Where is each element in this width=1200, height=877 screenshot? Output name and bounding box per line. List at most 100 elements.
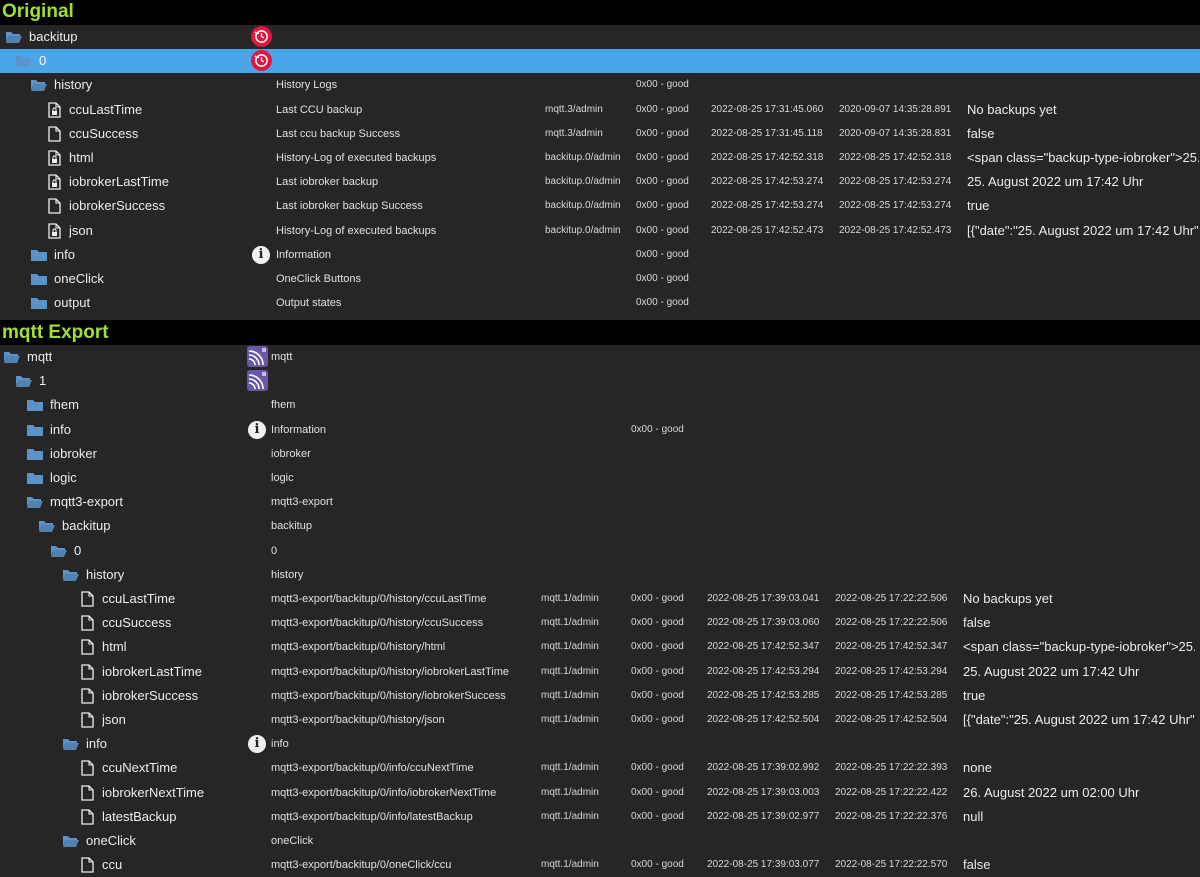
file-icon[interactable] <box>78 663 96 680</box>
file-icon[interactable] <box>78 591 96 607</box>
tree-item-name[interactable]: ccuLastTime <box>102 587 175 611</box>
tree-item-name[interactable]: history <box>86 563 124 587</box>
tree-row[interactable]: html mqtt3-export/backitup/0/history/html… <box>0 635 1200 659</box>
folder-open-icon[interactable] <box>30 77 48 93</box>
tree-row[interactable]: iobrokerLastTime Last iobroker backup back… <box>0 170 1200 194</box>
folder-open-icon[interactable] <box>38 518 56 534</box>
file-icon[interactable] <box>45 198 63 215</box>
tree-row[interactable]: iobrokerSuccess mqtt3-export/backitup/0/h… <box>0 684 1200 708</box>
tree-row[interactable]: oneClick OneClick Buttons 0x00 - good <box>0 267 1200 291</box>
tree-item-name[interactable]: iobrokerNextTime <box>102 781 204 805</box>
tree-row[interactable]: oneClick oneClick <box>0 829 1200 853</box>
tree-item-name[interactable]: ccuNextTime <box>102 756 177 780</box>
folder-icon[interactable] <box>30 247 48 263</box>
tree-item-name[interactable]: ccu <box>102 853 122 877</box>
tree-item-name[interactable]: 0 <box>74 539 81 563</box>
tree-row[interactable]: history history <box>0 563 1200 587</box>
folder-icon[interactable] <box>26 397 44 413</box>
tree-row[interactable]: iobroker iobroker <box>0 442 1200 466</box>
tree-row[interactable]: output Output states 0x00 - good <box>0 291 1200 315</box>
tree-row[interactable]: ccuNextTime mqtt3-export/backitup/0/info/… <box>0 756 1200 780</box>
file-lock-icon[interactable] <box>45 101 63 118</box>
tree-item-name[interactable]: info <box>50 418 71 442</box>
tree-row[interactable]: ccu mqtt3-export/backitup/0/oneClick/ccu m… <box>0 853 1200 877</box>
tree-row[interactable]: ccuSuccess mqtt3-export/backitup/0/histor… <box>0 611 1200 635</box>
folder-icon[interactable] <box>26 422 44 438</box>
tree-item-name[interactable]: iobrokerLastTime <box>102 660 202 684</box>
tree-item-name[interactable]: ccuLastTime <box>69 98 142 122</box>
folder-open-icon[interactable] <box>62 567 80 583</box>
tree-item-name[interactable]: backitup <box>29 25 77 49</box>
folder-open-icon[interactable] <box>50 543 68 559</box>
tree-item-name[interactable]: ccuSuccess <box>102 611 171 635</box>
tree-row[interactable]: info i Information 0x00 - good <box>0 243 1200 267</box>
tree-row[interactable]: 0 <box>0 49 1200 74</box>
tree-row[interactable]: mqtt mqtt <box>0 345 1200 369</box>
tree-item-name[interactable]: info <box>86 732 107 756</box>
tree-row[interactable]: ccuSuccess Last ccu backup Success mqtt.3/… <box>0 122 1200 146</box>
tree-item-name[interactable]: iobrokerLastTime <box>69 170 169 194</box>
folder-open-icon[interactable] <box>15 53 33 69</box>
tree-row[interactable]: mqtt3-export mqtt3-export <box>0 490 1200 514</box>
file-icon[interactable] <box>78 784 96 801</box>
file-icon[interactable] <box>78 857 96 873</box>
tree-item-name[interactable]: backitup <box>62 514 110 538</box>
folder-open-icon[interactable] <box>5 29 23 45</box>
tree-item-name[interactable]: html <box>102 635 127 659</box>
file-icon[interactable] <box>78 615 96 631</box>
tree-item-name[interactable]: logic <box>50 466 77 490</box>
tree-row[interactable]: backitup backitup <box>0 514 1200 538</box>
tree-item-name[interactable]: history <box>54 73 92 97</box>
tree-row[interactable]: history History Logs 0x00 - good <box>0 73 1200 97</box>
file-lock-icon[interactable] <box>45 174 63 190</box>
tree-row[interactable]: iobrokerLastTime mqtt3-export/backitup/0/… <box>0 660 1200 684</box>
tree-item-name[interactable]: iobroker <box>50 442 97 466</box>
folder-open-icon[interactable] <box>62 833 80 849</box>
file-icon[interactable] <box>78 639 96 656</box>
file-icon[interactable] <box>78 688 96 704</box>
tree-row[interactable]: backitup <box>0 25 1200 49</box>
tree-item-name[interactable]: 1 <box>39 369 46 393</box>
file-icon[interactable] <box>78 809 96 825</box>
tree-row[interactable]: latestBackup mqtt3-export/backitup/0/info… <box>0 805 1200 829</box>
folder-open-icon[interactable] <box>15 373 33 389</box>
tree-item-name[interactable]: oneClick <box>86 829 136 853</box>
tree-item-name[interactable]: mqtt3-export <box>50 490 123 514</box>
folder-open-icon[interactable] <box>62 736 80 752</box>
tree-item-name[interactable]: info <box>54 243 75 267</box>
tree-row[interactable]: json History-Log of executed backups backi… <box>0 219 1200 243</box>
tree-item-name[interactable]: iobrokerSuccess <box>102 684 198 708</box>
tree-item-name[interactable]: output <box>54 291 90 315</box>
tree-item-name[interactable]: json <box>102 708 126 732</box>
tree-item-name[interactable]: iobrokerSuccess <box>69 194 165 218</box>
folder-icon[interactable] <box>30 271 48 287</box>
tree-item-name[interactable]: html <box>69 146 94 170</box>
tree-item-name[interactable]: fhem <box>50 393 79 417</box>
tree-row[interactable]: info i info <box>0 732 1200 756</box>
folder-open-icon[interactable] <box>3 349 21 365</box>
tree-row[interactable]: fhem fhem <box>0 393 1200 417</box>
file-icon[interactable] <box>45 126 63 142</box>
file-icon[interactable] <box>78 760 96 777</box>
folder-icon[interactable] <box>26 470 44 486</box>
tree-item-name[interactable]: ccuSuccess <box>69 122 138 146</box>
tree-item-name[interactable]: latestBackup <box>102 805 176 829</box>
tree-row[interactable]: logic logic <box>0 466 1200 490</box>
tree-item-name[interactable]: oneClick <box>54 267 104 291</box>
tree-row[interactable]: iobrokerSuccess Last iobroker backup Succ… <box>0 194 1200 218</box>
folder-icon[interactable] <box>26 446 44 462</box>
tree-row[interactable]: iobrokerNextTime mqtt3-export/backitup/0/… <box>0 781 1200 805</box>
tree-row[interactable]: info i Information 0x00 - good <box>0 418 1200 442</box>
file-icon[interactable] <box>78 712 96 728</box>
file-lock-icon[interactable] <box>45 222 63 239</box>
tree-row[interactable]: html History-Log of executed backups backi… <box>0 146 1200 170</box>
tree-row[interactable]: 00 <box>0 539 1200 563</box>
folder-icon[interactable] <box>30 295 48 311</box>
tree-row[interactable]: 1 <box>0 369 1200 393</box>
tree-item-name[interactable]: mqtt <box>27 345 52 369</box>
file-lock-icon[interactable] <box>45 150 63 166</box>
tree-row[interactable]: ccuLastTime Last CCU backup mqtt.3/admin 0x… <box>0 98 1200 122</box>
tree-row[interactable]: json mqtt3-export/backitup/0/history/json… <box>0 708 1200 732</box>
tree-item-name[interactable]: 0 <box>39 49 46 73</box>
tree-row[interactable]: ccuLastTime mqtt3-export/backitup/0/histo… <box>0 587 1200 611</box>
